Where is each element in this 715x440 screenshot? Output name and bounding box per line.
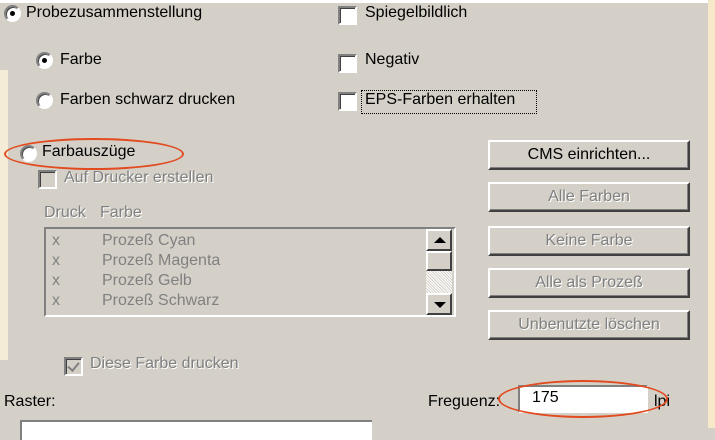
delete-unused-button[interactable]: Unbenutzte löschen (488, 310, 690, 340)
list-item-name: Prozeß Magenta (102, 252, 221, 269)
checkbox-mirror[interactable] (338, 6, 357, 25)
scroll-down-button[interactable] (426, 293, 452, 315)
list-item-name: Prozeß Schwarz (102, 292, 220, 309)
list-item-mark: x (52, 232, 60, 249)
label-schwarz[interactable]: Farben schwarz drucken (60, 91, 235, 109)
checkbox-eps[interactable] (338, 92, 357, 111)
label-mirror[interactable]: Spiegelbildlich (365, 4, 467, 22)
checkbox-negative[interactable] (338, 54, 357, 73)
scroll-track[interactable] (426, 271, 452, 293)
list-item-mark: x (52, 252, 60, 269)
label-farbe[interactable]: Farbe (60, 51, 102, 69)
list-header-color: Farbe (100, 204, 142, 221)
list-item-name: Prozeß Cyan (102, 232, 196, 249)
list-item-mark: x (52, 272, 60, 289)
window-right-edge (708, 0, 715, 428)
radio-probe[interactable] (4, 5, 21, 22)
radio-schwarz[interactable] (36, 92, 53, 109)
list-item-name: Prozeß Gelb (102, 272, 192, 289)
window-top-edge (0, 0, 715, 3)
list-item[interactable]: x Prozeß Magenta (50, 251, 420, 271)
arrow-up-icon (434, 237, 446, 243)
radio-farbe[interactable] (36, 52, 53, 69)
list-scrollbar[interactable] (426, 229, 452, 315)
window-left-edge (0, 70, 8, 360)
all-process-button[interactable]: Alle als Prozeß (488, 268, 690, 298)
raster-label: Raster: (4, 393, 56, 410)
checkbox-print-color[interactable] (64, 357, 83, 376)
list-item[interactable]: x Prozeß Cyan (50, 231, 420, 251)
label-probe[interactable]: Probezusammenstellung (26, 4, 202, 22)
annotation-ellipse-frequency (498, 380, 668, 418)
list-item[interactable]: x Prozeß Schwarz (50, 291, 420, 311)
label-negative[interactable]: Negativ (365, 51, 419, 69)
scroll-up-button[interactable] (426, 229, 452, 251)
frequency-label: Freguenz: (428, 393, 501, 410)
list-item-mark: x (52, 292, 60, 309)
checkbox-on-printer[interactable] (38, 170, 57, 189)
list-item[interactable]: x Prozeß Gelb (50, 271, 420, 291)
cms-setup-button[interactable]: CMS einrichten... (488, 140, 690, 170)
all-colors-button[interactable]: Alle Farben (488, 182, 690, 212)
label-print-color[interactable]: Diese Farbe drucken (90, 355, 239, 373)
list-header-print: Druck (44, 204, 86, 221)
color-listbox[interactable]: x Prozeß Cyan x Prozeß Magenta x Prozeß … (44, 227, 456, 317)
annotation-ellipse-separations (4, 138, 184, 170)
label-eps[interactable]: EPS-Farben erhalten (365, 91, 515, 109)
label-on-printer[interactable]: Auf Drucker erstellen (64, 169, 213, 187)
no-color-button[interactable]: Keine Farbe (488, 226, 690, 256)
arrow-down-icon (434, 302, 446, 308)
raster-dropdown[interactable] (20, 420, 372, 440)
scroll-thumb[interactable] (426, 251, 452, 271)
checkmark-icon (67, 359, 80, 372)
